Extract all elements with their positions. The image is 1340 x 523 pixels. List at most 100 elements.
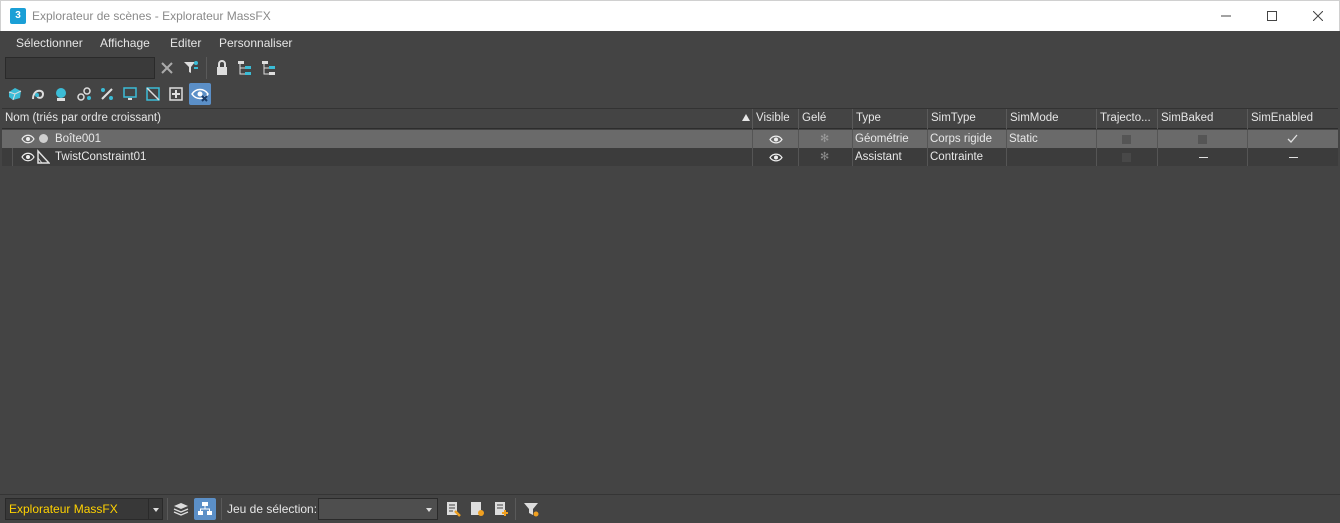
column-divider bbox=[1247, 130, 1248, 148]
hierarchy-alt-button[interactable] bbox=[259, 58, 279, 78]
simtype-cell: Contrainte bbox=[930, 151, 984, 163]
column-divider bbox=[798, 148, 799, 166]
geometry-object-icon bbox=[39, 134, 48, 143]
clear-x-icon bbox=[161, 62, 173, 74]
filter-icon bbox=[184, 61, 198, 73]
helper-filter-button[interactable] bbox=[97, 84, 117, 104]
simenabled-indeterminate[interactable] bbox=[1289, 157, 1298, 158]
column-divider bbox=[1096, 148, 1097, 166]
column-header-name[interactable]: Nom (triés par ordre croissant) bbox=[2, 109, 752, 129]
helper-icon bbox=[101, 88, 113, 100]
xref-filter-button[interactable] bbox=[166, 84, 186, 104]
hierarchy-mode-button[interactable] bbox=[194, 498, 216, 520]
clear-search-button[interactable] bbox=[157, 58, 177, 78]
column-header-simenabled[interactable]: SimEnabled bbox=[1247, 109, 1337, 129]
search-input[interactable] bbox=[5, 57, 155, 79]
column-header-label: Nom (triés par ordre croissant) bbox=[5, 112, 161, 124]
trajectory-checkbox[interactable] bbox=[1122, 135, 1131, 144]
filter-button[interactable] bbox=[181, 58, 201, 78]
menu-selectionner[interactable]: Sélectionner bbox=[16, 36, 83, 50]
scene-table: Nom (triés par ordre croissant) Visible … bbox=[2, 108, 1338, 494]
minimize-button[interactable] bbox=[1203, 1, 1249, 31]
simtype-cell: Corps rigide bbox=[930, 133, 992, 145]
column-divider bbox=[1157, 130, 1158, 148]
column-header-type[interactable]: Type bbox=[852, 109, 927, 129]
chevron-down-icon bbox=[426, 508, 432, 512]
selection-set-dropdown[interactable] bbox=[318, 498, 438, 520]
simbaked-checkbox[interactable] bbox=[1198, 135, 1207, 144]
layers-button[interactable] bbox=[171, 499, 191, 519]
light-filter-button[interactable] bbox=[51, 84, 71, 104]
simmode-cell: Static bbox=[1009, 133, 1038, 145]
column-header-simbaked[interactable]: SimBaked bbox=[1157, 109, 1247, 129]
layers-icon bbox=[173, 503, 189, 516]
document-select-icon bbox=[471, 502, 484, 516]
bottom-bar: Explorateur MassFX Jeu de sélection: bbox=[0, 494, 1340, 523]
app-icon: 3 bbox=[10, 8, 26, 24]
sort-ascending-icon[interactable] bbox=[742, 114, 750, 121]
group-icon bbox=[146, 87, 160, 101]
simbaked-indeterminate[interactable] bbox=[1199, 157, 1208, 158]
geometry-filter-button[interactable] bbox=[5, 84, 25, 104]
filter-options-button[interactable] bbox=[521, 499, 541, 519]
maximize-icon bbox=[1267, 11, 1277, 21]
hierarchy-mode-icon bbox=[198, 502, 212, 515]
camera-filter-button[interactable] bbox=[74, 84, 94, 104]
simmode-cell bbox=[1006, 148, 1009, 166]
close-button[interactable] bbox=[1295, 1, 1340, 31]
menu-bar: Sélectionner Affichage Editer Personnali… bbox=[0, 31, 1340, 54]
menu-affichage[interactable]: Affichage bbox=[100, 36, 150, 50]
edit-selection-set-button[interactable] bbox=[443, 499, 463, 519]
hidden-filter-button[interactable] bbox=[189, 83, 211, 105]
group-filter-button[interactable] bbox=[143, 84, 163, 104]
shape-filter-button[interactable] bbox=[28, 84, 48, 104]
column-divider bbox=[798, 130, 799, 148]
explorer-dropdown-value: Explorateur MassFX bbox=[9, 502, 118, 516]
visibility-eye-icon[interactable] bbox=[21, 152, 35, 162]
trajectory-checkbox[interactable] bbox=[1122, 153, 1131, 162]
geometry-icon bbox=[8, 88, 22, 101]
visible-eye-icon[interactable] bbox=[769, 135, 783, 144]
light-icon bbox=[56, 88, 66, 101]
title-bar: 3 Explorateur de scènes - Explorateur Ma… bbox=[0, 0, 1340, 31]
column-divider bbox=[752, 148, 753, 166]
document-add-icon bbox=[495, 502, 508, 516]
object-name[interactable]: TwistConstraint01 bbox=[52, 148, 146, 166]
hierarchy-button[interactable] bbox=[235, 58, 255, 78]
xref-icon bbox=[169, 87, 183, 101]
column-header-trajectory[interactable]: Trajecto... bbox=[1096, 109, 1157, 129]
select-from-set-button[interactable] bbox=[467, 499, 487, 519]
toolbar-divider bbox=[515, 498, 516, 520]
toolbar-divider bbox=[206, 57, 207, 79]
camera-icon bbox=[77, 87, 91, 101]
selection-set-label: Jeu de sélection: bbox=[227, 502, 318, 516]
frozen-snowflake-icon[interactable]: ✻ bbox=[820, 130, 829, 148]
table-row[interactable]: Boîte001 ✻ Géométrie Corps rigide Static bbox=[2, 130, 1338, 148]
type-cell: Assistant bbox=[855, 151, 902, 163]
column-divider bbox=[752, 130, 753, 148]
column-header-simmode[interactable]: SimMode bbox=[1006, 109, 1096, 129]
frozen-snowflake-icon[interactable]: ✻ bbox=[820, 148, 829, 166]
tree-line bbox=[12, 148, 13, 166]
maximize-button[interactable] bbox=[1249, 1, 1295, 31]
menu-editer[interactable]: Editer bbox=[170, 36, 201, 50]
visibility-eye-icon[interactable] bbox=[21, 134, 35, 144]
column-header-visible[interactable]: Visible bbox=[752, 109, 798, 129]
filter-funnel-icon bbox=[524, 503, 539, 517]
shape-icon bbox=[32, 89, 45, 100]
explorer-dropdown[interactable]: Explorateur MassFX bbox=[5, 498, 163, 520]
window-title: Explorateur de scènes - Explorateur Mass… bbox=[32, 9, 271, 23]
column-header-simtype[interactable]: SimType bbox=[927, 109, 1006, 129]
checkmark-icon[interactable] bbox=[1287, 134, 1298, 143]
visible-eye-icon[interactable] bbox=[769, 153, 783, 162]
table-row[interactable]: TwistConstraint01 ✻ Assistant Contrainte bbox=[2, 148, 1338, 166]
lock-button[interactable] bbox=[212, 58, 232, 78]
document-edit-icon bbox=[447, 502, 461, 517]
column-divider bbox=[1096, 130, 1097, 148]
dropdown-divider bbox=[148, 499, 149, 519]
add-to-set-button[interactable] bbox=[491, 499, 511, 519]
spacewarp-filter-button[interactable] bbox=[120, 84, 140, 104]
object-name[interactable]: Boîte001 bbox=[52, 130, 101, 148]
column-header-frozen[interactable]: Gelé bbox=[798, 109, 852, 129]
menu-personnaliser[interactable]: Personnaliser bbox=[219, 36, 292, 50]
